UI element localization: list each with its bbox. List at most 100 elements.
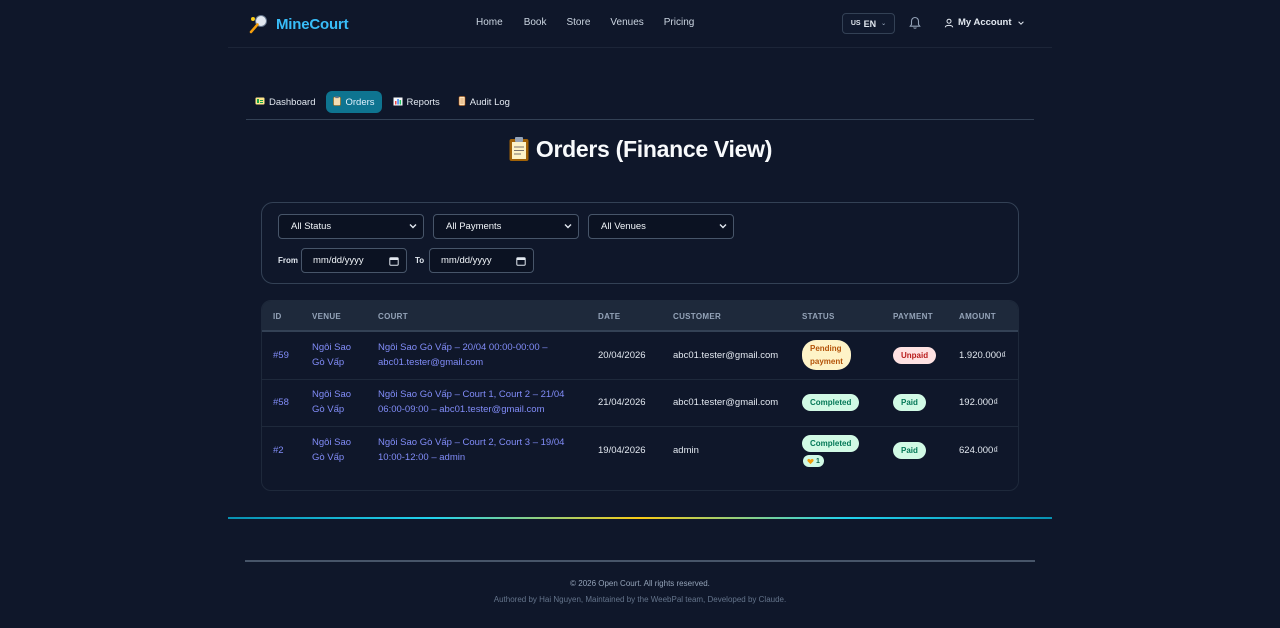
calendar-icon[interactable] — [389, 256, 399, 266]
order-id-link[interactable]: #59 — [273, 348, 289, 364]
account-menu[interactable]: My Account — [944, 17, 1025, 28]
gradient-divider — [228, 517, 1052, 519]
nav-home[interactable]: Home — [476, 17, 503, 28]
user-icon — [944, 18, 954, 27]
to-label: To — [415, 256, 425, 265]
nav-pricing[interactable]: Pricing — [664, 17, 695, 28]
from-label: From — [278, 256, 298, 265]
tab-label: Reports — [406, 96, 440, 108]
footer-credits: Authored by Hai Nguyen, Maintained by th… — [493, 595, 787, 604]
status-badge: Pending payment — [802, 340, 851, 370]
tab-audit-log[interactable]: Audit Log — [451, 91, 517, 113]
language-selector[interactable]: US EN ⌄ — [842, 13, 895, 34]
tabs-divider — [246, 119, 1034, 120]
order-id-link[interactable]: #58 — [273, 395, 289, 411]
table-row: #59 Ngôi Sao Gò Vấp Ngôi Sao Gò Vấp – 20… — [262, 332, 1018, 380]
logo[interactable]: MineCourt — [248, 13, 349, 35]
table-row: #58 Ngôi Sao Gò Vấp Ngôi Sao Gò Vấp – Co… — [262, 380, 1018, 427]
payment-filter-select[interactable]: All Payments — [433, 214, 579, 239]
tab-orders[interactable]: Orders — [326, 91, 382, 113]
page: MineCourt Home Book Store Venues Pricing… — [228, 0, 1052, 628]
table-header: ID VENUE COURT DATE CUSTOMER STATUS PAYM… — [262, 301, 1018, 332]
chevron-down-icon — [564, 224, 572, 229]
filter-card: All Status All Payments All Venues From … — [261, 202, 1019, 284]
order-amount: 192.000₫ — [959, 397, 999, 408]
venue-link[interactable]: Gò Vấp — [312, 355, 344, 371]
tab-dashboard[interactable]: Dashboard — [248, 91, 322, 113]
court-link[interactable]: 06:00-09:00 – abc01.tester@gmail.com — [378, 402, 545, 418]
nav-store[interactable]: Store — [566, 17, 590, 28]
column-header-customer: CUSTOMER — [673, 312, 722, 321]
heart-icon — [807, 458, 814, 464]
venue-filter-value: All Venues — [601, 221, 646, 232]
calendar-icon[interactable] — [516, 256, 526, 266]
finance-tabs: Dashboard Orders Reports Audit Log — [248, 91, 521, 113]
venue-link[interactable]: Gò Vấp — [312, 450, 344, 466]
court-link[interactable]: Ngôi Sao Gò Vấp – 20/04 00:00-00:00 – — [378, 340, 548, 356]
order-amount: 1.920.000₫ — [959, 350, 1007, 361]
footer-copyright: © 2026 Open Court. All rights reserved. — [570, 579, 710, 588]
main-nav: Home Book Store Venues Pricing — [476, 17, 714, 28]
review-badge[interactable]: 1 — [803, 455, 824, 467]
tab-label: Dashboard — [269, 96, 316, 108]
column-header-date: DATE — [598, 312, 621, 321]
column-header-id: ID — [273, 312, 282, 321]
logo-text: MineCourt — [276, 15, 349, 33]
court-link[interactable]: 10:00-12:00 – admin — [378, 450, 465, 466]
order-date: 20/04/2026 — [598, 350, 646, 361]
customer-email: admin — [673, 445, 699, 456]
bell-icon[interactable] — [908, 16, 922, 30]
order-date: 21/04/2026 — [598, 397, 646, 408]
column-header-court: COURT — [378, 312, 408, 321]
column-header-amount: AMOUNT — [959, 312, 996, 321]
dashboard-icon — [255, 97, 265, 107]
venue-filter-select[interactable]: All Venues — [588, 214, 734, 239]
payment-badge: Paid — [893, 394, 926, 411]
chevron-down-icon — [719, 224, 727, 229]
payment-badge: Unpaid — [893, 347, 937, 364]
chevron-down-icon: ⌄ — [881, 21, 887, 27]
racket-icon — [248, 13, 270, 35]
from-date-input[interactable]: mm/dd/yyyy — [301, 248, 407, 273]
order-id-link[interactable]: #2 — [273, 443, 284, 459]
table-row: #2 Ngôi Sao Gò Vấp Ngôi Sao Gò Vấp – Cou… — [262, 427, 1018, 476]
status-badge: Completed — [802, 435, 860, 452]
court-link[interactable]: Ngôi Sao Gò Vấp – Court 2, Court 3 – 19/… — [378, 435, 564, 451]
status-text: Pending — [810, 344, 842, 353]
clipboard-icon — [333, 96, 342, 108]
language-code: EN — [863, 18, 877, 29]
status-filter-select[interactable]: All Status — [278, 214, 424, 239]
payment-filter-value: All Payments — [446, 221, 502, 232]
page-title: Orders (Finance View) — [228, 136, 1052, 163]
nav-venues[interactable]: Venues — [610, 17, 643, 28]
tab-reports[interactable]: Reports — [386, 91, 447, 113]
scroll-icon — [458, 96, 466, 108]
chevron-down-icon — [1018, 20, 1025, 25]
chevron-down-icon — [409, 224, 417, 229]
court-link[interactable]: Ngôi Sao Gò Vấp – Court 1, Court 2 – 21/… — [378, 387, 564, 403]
column-header-status: STATUS — [802, 312, 835, 321]
orders-table: ID VENUE COURT DATE CUSTOMER STATUS PAYM… — [261, 300, 1019, 491]
from-date-value: mm/dd/yyyy — [313, 255, 364, 266]
status-badge: Completed — [802, 394, 860, 411]
status-filter-value: All Status — [291, 221, 332, 232]
venue-link[interactable]: Ngôi Sao — [312, 387, 351, 403]
to-date-input[interactable]: mm/dd/yyyy — [429, 248, 534, 273]
nav-book[interactable]: Book — [524, 17, 547, 28]
account-label: My Account — [958, 17, 1012, 28]
clipboard-icon — [508, 136, 530, 162]
footer-divider — [245, 560, 1035, 562]
customer-email: abc01.tester@gmail.com — [673, 397, 779, 408]
column-header-payment: PAYMENT — [893, 312, 933, 321]
review-count: 1 — [816, 457, 820, 465]
court-link[interactable]: abc01.tester@gmail.com — [378, 355, 483, 371]
tab-label: Orders — [345, 96, 375, 108]
venue-link[interactable]: Ngôi Sao — [312, 340, 351, 356]
top-navbar: MineCourt Home Book Store Venues Pricing… — [228, 0, 1052, 48]
flag-label: US — [850, 20, 861, 27]
column-header-venue: VENUE — [312, 312, 342, 321]
payment-badge: Paid — [893, 442, 926, 459]
venue-link[interactable]: Ngôi Sao — [312, 435, 351, 451]
venue-link[interactable]: Gò Vấp — [312, 402, 344, 418]
order-amount: 624.000₫ — [959, 445, 999, 456]
